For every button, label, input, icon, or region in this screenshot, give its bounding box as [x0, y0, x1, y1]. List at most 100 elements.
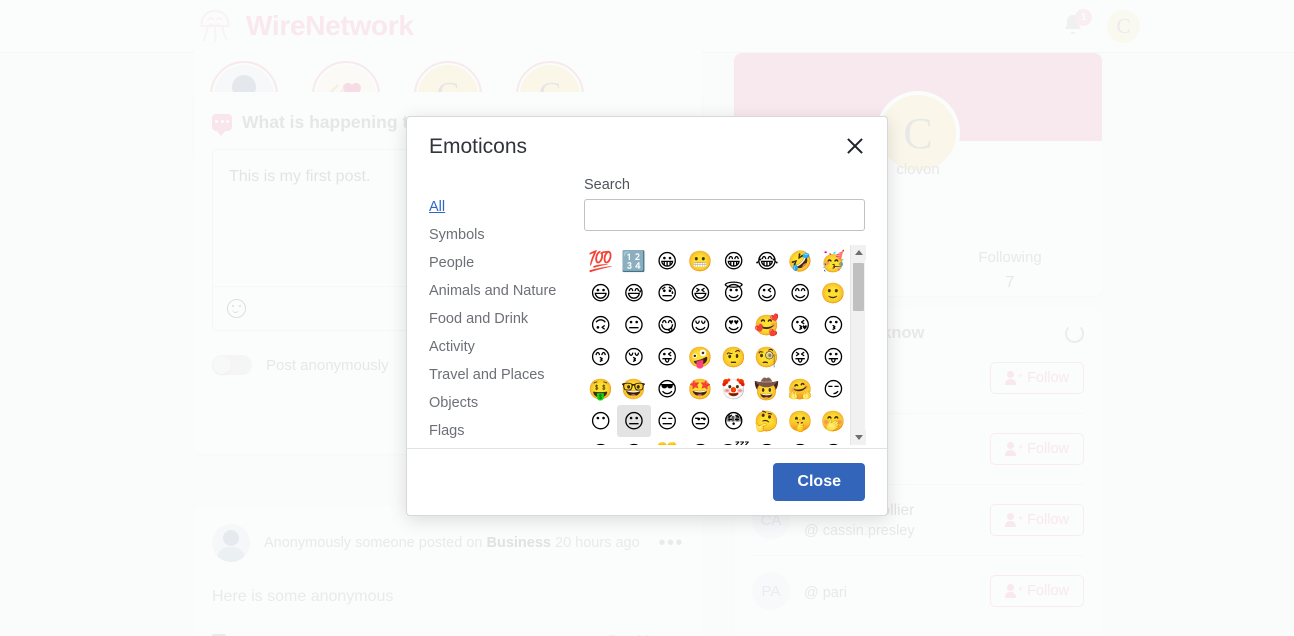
emoji-cell[interactable]: 🤓 — [617, 373, 650, 405]
smiley-icon[interactable] — [227, 299, 246, 318]
emoji-cell[interactable]: 😳 — [717, 405, 750, 437]
chat-bubble-icon — [212, 114, 232, 136]
user-avatar[interactable]: C — [1107, 9, 1140, 43]
emoji-cell[interactable]: 🤔 — [750, 405, 783, 437]
emoji-cell[interactable]: 😠 — [817, 437, 850, 445]
scroll-up-arrow-icon[interactable] — [851, 245, 866, 260]
refresh-icon[interactable] — [1065, 324, 1084, 343]
emoji-cell[interactable]: 🤨 — [717, 341, 750, 373]
emoji-cell[interactable]: 🧐 — [750, 341, 783, 373]
emoji-cell[interactable]: 😆 — [684, 277, 717, 309]
emoji-cell[interactable]: 😛 — [817, 341, 850, 373]
emoji-cell[interactable]: 😗 — [817, 309, 850, 341]
emoji-cell[interactable]: 😉 — [750, 277, 783, 309]
emoji-cell[interactable]: 🤣 — [784, 245, 817, 277]
emoji-cell[interactable]: 🎊 — [651, 437, 684, 445]
category-item-flags[interactable]: Flags — [429, 417, 584, 445]
post-card: Anonymously someone posted on Business 2… — [194, 506, 702, 636]
emoji-cell[interactable]: 😎 — [651, 373, 684, 405]
emoji-cell[interactable]: 🤩 — [684, 373, 717, 405]
see-more-link[interactable]: See More... — [606, 632, 684, 636]
emoji-cell[interactable]: 🤑 — [584, 373, 617, 405]
emoji-cell[interactable]: 🥰 — [750, 309, 783, 341]
emoji-cell[interactable]: 🤗 — [784, 373, 817, 405]
emoji-cell[interactable]: 😋 — [651, 309, 684, 341]
person-add-icon: + — [1005, 584, 1023, 598]
category-item-food-and-drink[interactable]: Food and Drink — [429, 305, 584, 333]
emoji-cell[interactable]: 😍 — [717, 309, 750, 341]
emoji-cell[interactable]: 😀 — [651, 245, 684, 277]
emoji-cell[interactable]: 🤡 — [717, 373, 750, 405]
emoji-cell[interactable]: 🥳 — [817, 245, 850, 277]
emoji-cell[interactable]: 😘 — [784, 309, 817, 341]
dialog-header: Emoticons — [407, 117, 887, 159]
follow-label: Follow — [1027, 512, 1069, 528]
emoji-grid-wrap: 💯 🔢 😀 😬 😁 😂 🤣 🥳 😃 😅 😓 😆 😇 😉 😊 🙂 🙃 😐 😋 😌 😍 🥰 😘 😗 😙 😚 😜 🤪 🤨 🧐 😝 😛 🤑 🤓 😎 🤩 🤡 🤠 🤗 😏… — [584, 245, 866, 448]
emoji-cell[interactable]: 😏 — [817, 373, 850, 405]
emoji-cell[interactable]: 😡 — [617, 437, 650, 445]
category-item-people[interactable]: People — [429, 249, 584, 277]
brand[interactable]: WireNetwork — [196, 6, 414, 46]
post-category[interactable]: Business — [486, 535, 550, 551]
scroll-down-arrow-icon[interactable] — [851, 430, 866, 445]
category-item-travel-and-places[interactable]: Travel and Places — [429, 361, 584, 389]
emoji-cell[interactable]: 😃 — [584, 277, 617, 309]
close-button[interactable]: Close — [773, 463, 865, 501]
emoji-cell[interactable]: 😑 — [651, 405, 684, 437]
emoji-cell[interactable]: 🤠 — [750, 373, 783, 405]
category-item-animals-and-nature[interactable]: Animals and Nature — [429, 277, 584, 305]
emoji-cell[interactable]: 😓 — [651, 277, 684, 309]
emoji-cell[interactable]: 😁 — [717, 245, 750, 277]
search-input[interactable] — [584, 199, 865, 231]
profile-stat[interactable]: Following 7 — [918, 249, 1102, 292]
like-group[interactable]: 0 — [212, 633, 246, 636]
category-list: All Symbols People Animals and Nature Food a… — [429, 177, 584, 448]
emoji-cell[interactable]: 🔢 — [617, 245, 650, 277]
emoji-cell[interactable]: 😜 — [651, 341, 684, 373]
emoji-cell[interactable]: 😴 — [717, 437, 750, 445]
emoji-cell[interactable]: 😢 — [750, 437, 783, 445]
follow-button[interactable]: + Follow — [990, 362, 1084, 394]
follow-button[interactable]: + Follow — [990, 575, 1084, 607]
follow-button[interactable]: + Follow — [990, 433, 1084, 465]
person-add-icon: + — [1005, 513, 1023, 527]
category-item-all[interactable]: All — [429, 193, 584, 221]
emoji-cell[interactable]: 😙 — [584, 341, 617, 373]
notifications-button[interactable]: 1 — [1061, 9, 1092, 39]
close-icon[interactable] — [845, 136, 865, 156]
emoji-cell[interactable]: 😅 — [617, 277, 650, 309]
category-item-objects[interactable]: Objects — [429, 389, 584, 417]
emoji-cell[interactable]: 😬 — [684, 245, 717, 277]
emoji-cell[interactable]: 💯 — [584, 245, 617, 277]
more-options-icon[interactable]: ••• — [658, 532, 684, 555]
emoji-cell[interactable]: 😐 — [617, 405, 651, 437]
person-handle: @ cassin.presley — [804, 522, 915, 539]
emoji-cell[interactable]: 🤫 — [784, 405, 817, 437]
emoji-scrollbar[interactable] — [850, 245, 866, 445]
emoji-cell[interactable]: 😒 — [684, 405, 717, 437]
emoji-cell[interactable]: 😇 — [717, 277, 750, 309]
emoji-cell[interactable]: 😊 — [784, 277, 817, 309]
emoji-cell[interactable]: 🙂 — [817, 277, 850, 309]
emoji-cell[interactable]: 😌 — [684, 309, 717, 341]
emoji-cell[interactable]: 😐 — [617, 309, 650, 341]
follow-button[interactable]: + Follow — [990, 504, 1084, 536]
emoji-cell[interactable]: 🙃 — [584, 309, 617, 341]
post-body: Here is some anonymous — [212, 588, 394, 605]
emoji-cell[interactable]: 😝 — [784, 341, 817, 373]
emoji-cell[interactable]: 😕 — [784, 437, 817, 445]
emoji-cell[interactable]: 🤭 — [817, 405, 850, 437]
post-anonymously-toggle[interactable] — [212, 355, 252, 375]
emoji-cell[interactable]: 🤪 — [684, 341, 717, 373]
emoji-cell[interactable]: 😚 — [617, 341, 650, 373]
emoji-cell[interactable]: 😨 — [684, 437, 717, 445]
emoji-cell[interactable]: 😶 — [584, 405, 617, 437]
category-item-activity[interactable]: Activity — [429, 333, 584, 361]
category-item-symbols[interactable]: Symbols — [429, 221, 584, 249]
dialog-title: Emoticons — [429, 135, 528, 158]
emoji-cell[interactable]: 😂 — [750, 245, 783, 277]
emoji-cell[interactable]: 😯 — [584, 437, 617, 445]
scrollbar-thumb[interactable] — [853, 263, 864, 311]
stat-label: Following — [978, 249, 1042, 266]
person-info: @ pari — [804, 582, 976, 601]
